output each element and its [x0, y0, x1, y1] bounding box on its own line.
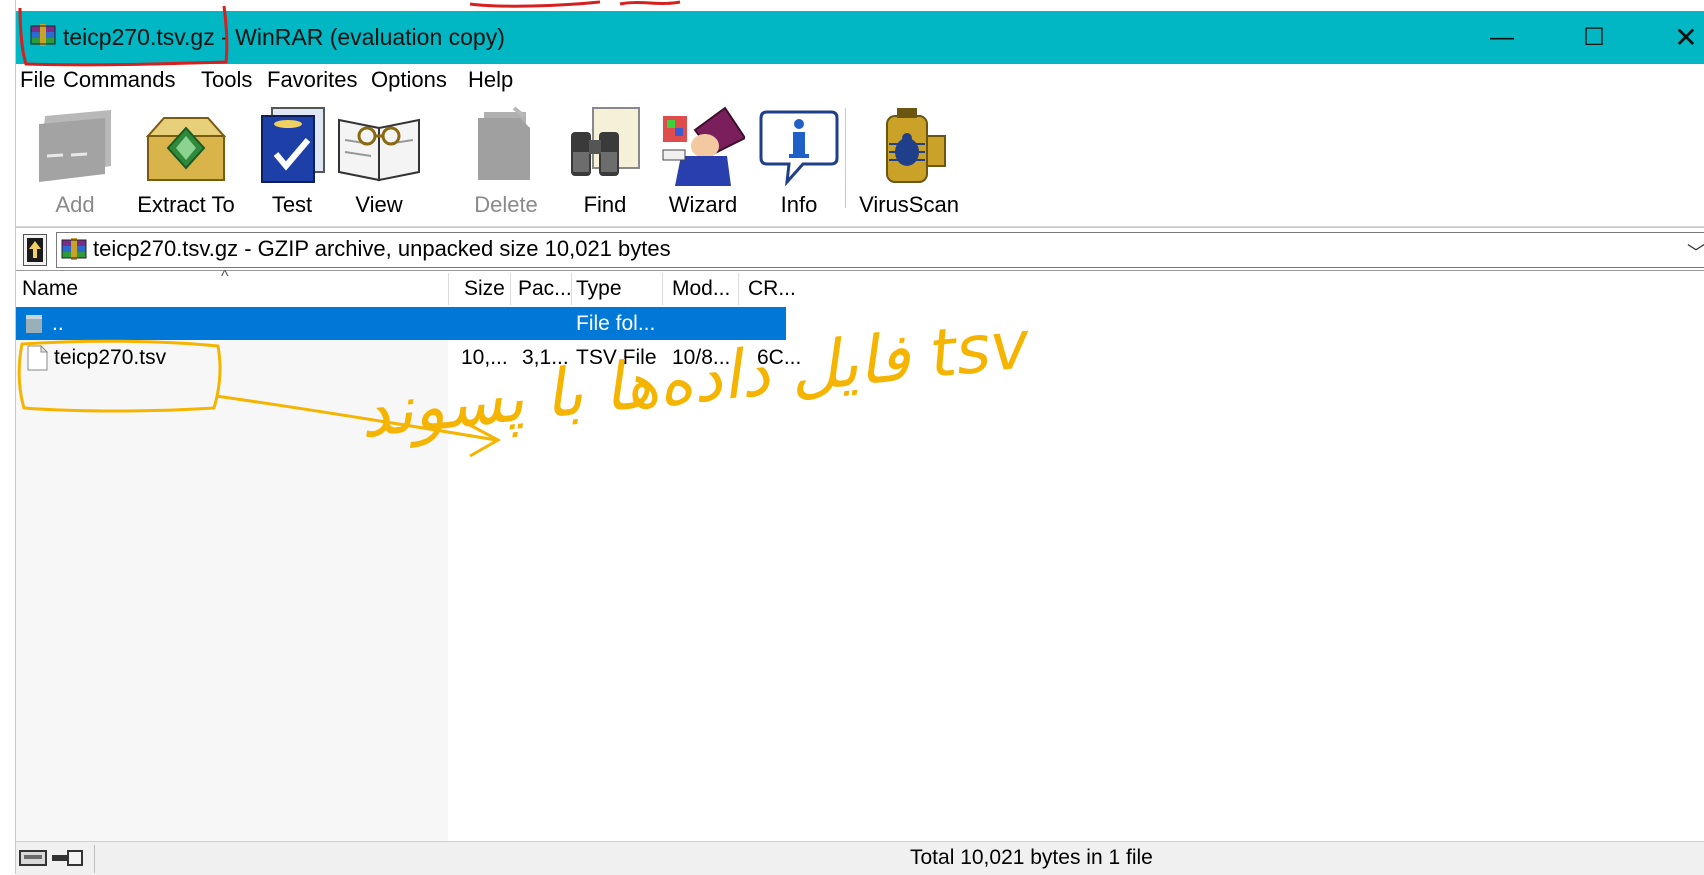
toolbar-add-button[interactable]: Add — [30, 106, 120, 217]
toolbar-add-label: Add — [55, 192, 95, 217]
archive-info-text: teicp270.tsv.gz - GZIP archive, unpacked… — [93, 236, 671, 261]
archive-path-dropdown[interactable]: teicp270.tsv.gz - GZIP archive, unpacked… — [56, 232, 1704, 268]
toolbar-delete-button[interactable]: Delete — [456, 106, 556, 217]
toolbar-virusscan-label: VirusScan — [859, 192, 959, 217]
toolbar-delete-label: Delete — [474, 192, 538, 217]
add-icon — [39, 110, 111, 182]
toolbar-view-button[interactable]: View — [334, 106, 424, 217]
toolbar-extract-to-button[interactable]: Extract To — [126, 106, 246, 217]
column-divider[interactable] — [510, 273, 511, 305]
file-name: .. — [52, 312, 64, 335]
toolbar: Add Extract To Test View Delete Find Wiz… — [16, 96, 1704, 227]
status-divider — [94, 845, 95, 873]
menu-commands[interactable]: Commands — [63, 67, 175, 93]
toolbar-info-button[interactable]: Info — [759, 106, 839, 217]
toolbar-find-button[interactable]: Find — [562, 106, 648, 217]
up-one-level-button[interactable] — [23, 234, 47, 266]
minimize-button[interactable]: — — [1456, 11, 1548, 64]
chevron-down-icon[interactable]: ﹀ — [1687, 239, 1704, 265]
toolbar-wizard-button[interactable]: Wizard — [653, 106, 753, 217]
minimize-icon: — — [1490, 23, 1514, 51]
folder-up-icon — [26, 315, 42, 333]
status-bar: Total 10,021 bytes in 1 file — [16, 841, 1704, 875]
window-title: teicp270.tsv.gz - WinRAR (evaluation cop… — [63, 24, 505, 50]
column-divider[interactable] — [662, 273, 663, 305]
maximize-icon: ☐ — [1583, 24, 1605, 51]
winrar-app-icon — [30, 24, 56, 46]
column-divider[interactable] — [738, 273, 739, 305]
close-icon: ✕ — [1674, 22, 1698, 53]
column-header-packed[interactable]: Pac... — [518, 271, 572, 307]
column-header-name[interactable]: Name — [22, 271, 78, 307]
menu-options[interactable]: Options — [371, 67, 447, 93]
file-type: File fol... — [576, 312, 656, 335]
delete-icon — [478, 106, 530, 180]
column-divider[interactable] — [571, 273, 572, 305]
maximize-button[interactable]: ☐ — [1548, 11, 1640, 64]
status-total-text: Total 10,021 bytes in 1 file — [910, 846, 1153, 869]
close-button[interactable]: ✕ — [1640, 11, 1704, 64]
file-icon — [27, 345, 48, 371]
up-arrow-icon — [27, 238, 43, 262]
toolbar-find-label: Find — [583, 192, 627, 217]
archive-icon — [61, 238, 87, 260]
column-header-modified[interactable]: Mod... — [672, 271, 730, 307]
menu-favorites[interactable]: Favorites — [267, 67, 357, 93]
column-header-size[interactable]: Size — [464, 271, 505, 307]
column-header-crc[interactable]: CR... — [748, 271, 796, 307]
background-top — [0, 0, 1704, 11]
toolbar-test-label: Test — [271, 192, 313, 217]
test-icon — [261, 107, 325, 183]
sort-ascending-icon: ^ — [221, 268, 229, 285]
find-icon — [571, 107, 640, 176]
toolbar-virusscan-button[interactable]: VirusScan — [854, 106, 964, 217]
toolbar-extract-to-label: Extract To — [137, 192, 235, 217]
file-name: teicp270.tsv — [54, 346, 167, 369]
column-header-type[interactable]: Type — [576, 271, 622, 307]
toolbar-test-button[interactable]: Test — [252, 106, 332, 217]
table-row-parent-folder[interactable]: .. File fol... — [16, 307, 786, 340]
toolbar-view-label: View — [355, 192, 403, 217]
column-divider[interactable] — [448, 273, 449, 305]
toolbar-separator — [845, 108, 846, 208]
menu-help[interactable]: Help — [468, 67, 513, 93]
info-icon — [759, 110, 839, 186]
toolbar-wizard-label: Wizard — [668, 192, 738, 217]
virusscan-icon — [886, 108, 946, 183]
toolbar-info-label: Info — [780, 192, 818, 217]
menu-bar: File Commands Tools Favorites Options He… — [16, 64, 1704, 96]
background-left-window-edge — [0, 0, 16, 874]
file-list-header: Name ^ Size Pac... Type Mod... CR... — [16, 268, 796, 307]
menu-tools[interactable]: Tools — [201, 67, 252, 93]
address-bar: teicp270.tsv.gz - GZIP archive, unpacked… — [16, 227, 1704, 272]
status-key-icon[interactable] — [18, 847, 88, 871]
view-icon — [338, 118, 420, 182]
extract-to-icon — [145, 117, 227, 181]
wizard-icon — [662, 106, 745, 186]
winrar-window: teicp270.tsv.gz - WinRAR (evaluation cop… — [16, 11, 1704, 875]
menu-file[interactable]: File — [20, 67, 55, 93]
title-bar[interactable]: teicp270.tsv.gz - WinRAR (evaluation cop… — [16, 11, 1704, 64]
